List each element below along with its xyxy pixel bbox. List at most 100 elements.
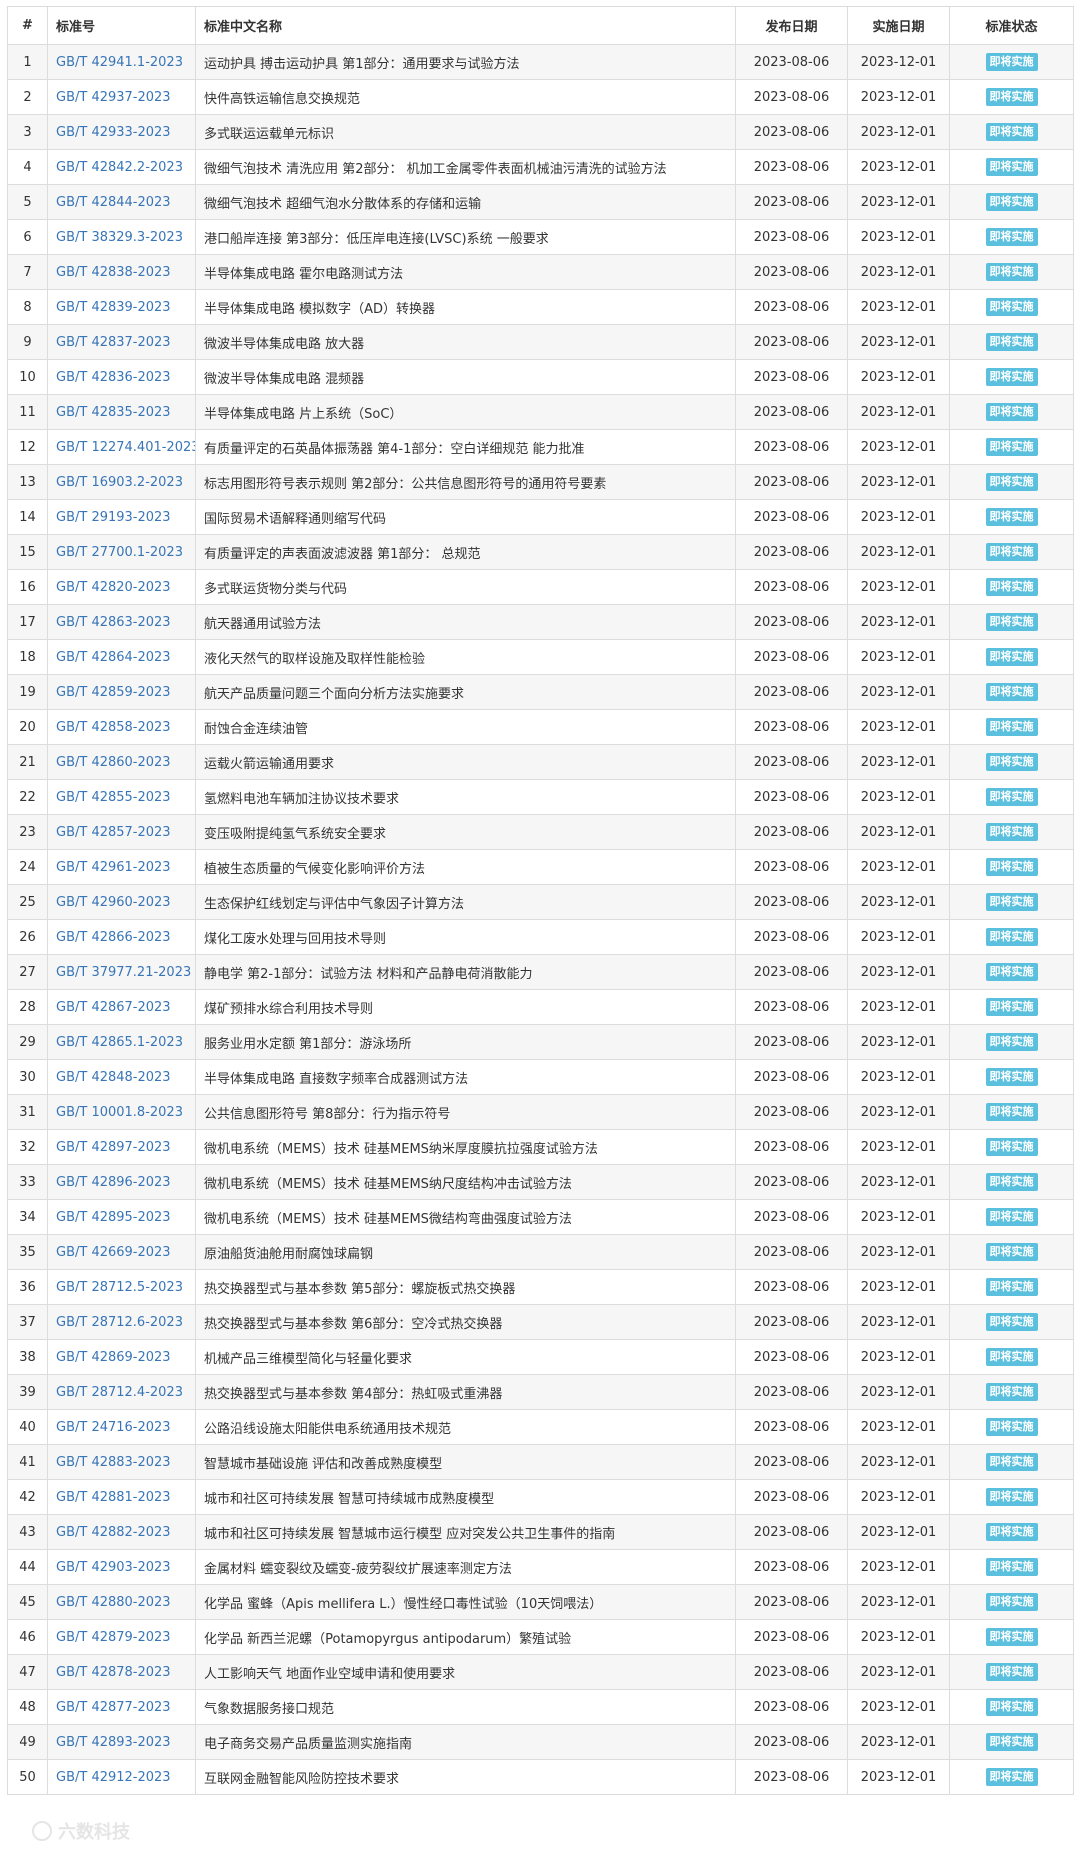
standard-code-link[interactable]: GB/T 42879-2023 — [56, 1630, 171, 1645]
table-row[interactable]: 28 GB/T 42867-2023 煤矿预排水综合利用技术导则 2023-08-06… — [7, 989, 1074, 1025]
table-row[interactable]: 23 GB/T 42857-2023 变压吸附提纯氢气系统安全要求 2023-08-0… — [7, 814, 1074, 850]
standard-code-link[interactable]: GB/T 42857-2023 — [56, 825, 171, 840]
table-row[interactable]: 25 GB/T 42960-2023 生态保护红线划定与评估中气象因子计算方法 202… — [7, 884, 1074, 920]
table-row[interactable]: 44 GB/T 42903-2023 金属材料 蠕变裂纹及蠕变-疲劳裂纹扩展速率测定… — [7, 1549, 1074, 1585]
table-row[interactable]: 45 GB/T 42880-2023 化学品 蜜蜂（Apis mellifera L… — [7, 1584, 1074, 1620]
standard-code-link[interactable]: GB/T 28712.6-2023 — [56, 1315, 183, 1330]
standard-code-link[interactable]: GB/T 12274.401-2023 — [56, 440, 195, 455]
table-row[interactable]: 38 GB/T 42869-2023 机械产品三维模型简化与轻量化要求 2023-08… — [7, 1339, 1074, 1375]
table-row[interactable]: 31 GB/T 10001.8-2023 公共信息图形符号 第8部分：行为指示符号 2… — [7, 1094, 1074, 1130]
standard-code-link[interactable]: GB/T 42933-2023 — [56, 125, 171, 140]
column-header-implement-date[interactable]: 实施日期 — [847, 6, 950, 45]
table-row[interactable]: 47 GB/T 42878-2023 人工影响天气 地面作业空域申请和使用要求 202… — [7, 1654, 1074, 1690]
table-row[interactable]: 37 GB/T 28712.6-2023 热交换器型式与基本参数 第6部分：空冷式热… — [7, 1304, 1074, 1340]
table-row[interactable]: 9 GB/T 42837-2023 微波半导体集成电路 放大器 2023-08-06 2… — [7, 324, 1074, 360]
standard-code-link[interactable]: GB/T 42903-2023 — [56, 1560, 171, 1575]
table-row[interactable]: 8 GB/T 42839-2023 半导体集成电路 模拟数字（AD）转换器 2023-… — [7, 289, 1074, 325]
standard-code-link[interactable]: GB/T 42858-2023 — [56, 720, 171, 735]
table-row[interactable]: 5 GB/T 42844-2023 微细气泡技术 超细气泡水分散体系的存储和运输 20… — [7, 184, 1074, 220]
table-row[interactable]: 17 GB/T 42863-2023 航天器通用试验方法 2023-08-06 2023… — [7, 604, 1074, 640]
table-row[interactable]: 34 GB/T 42895-2023 微机电系统（MEMS）技术 硅基MEMS微结构… — [7, 1199, 1074, 1235]
standard-code-link[interactable]: GB/T 42859-2023 — [56, 685, 171, 700]
standard-code-link[interactable]: GB/T 42820-2023 — [56, 580, 171, 595]
standard-code-link[interactable]: GB/T 38329.3-2023 — [56, 230, 183, 245]
standard-code-link[interactable]: GB/T 42835-2023 — [56, 405, 171, 420]
table-row[interactable]: 32 GB/T 42897-2023 微机电系统（MEMS）技术 硅基MEMS纳米厚… — [7, 1129, 1074, 1165]
column-header-name[interactable]: 标准中文名称 — [195, 6, 736, 45]
table-row[interactable]: 33 GB/T 42896-2023 微机电系统（MEMS）技术 硅基MEMS纳尺度… — [7, 1164, 1074, 1200]
table-row[interactable]: 26 GB/T 42866-2023 煤化工废水处理与回用技术导则 2023-08-0… — [7, 919, 1074, 955]
column-header-status[interactable]: 标准状态 — [949, 6, 1074, 45]
table-row[interactable]: 27 GB/T 37977.21-2023 静电学 第2-1部分：试验方法 材料和产… — [7, 954, 1074, 990]
standard-code-link[interactable]: GB/T 42881-2023 — [56, 1490, 171, 1505]
table-row[interactable]: 14 GB/T 29193-2023 国际贸易术语解释通则缩写代码 2023-08-0… — [7, 499, 1074, 535]
table-row[interactable]: 7 GB/T 42838-2023 半导体集成电路 霍尔电路测试方法 2023-08-… — [7, 254, 1074, 290]
table-row[interactable]: 48 GB/T 42877-2023 气象数据服务接口规范 2023-08-06 202… — [7, 1689, 1074, 1725]
standard-code-link[interactable]: GB/T 42844-2023 — [56, 195, 171, 210]
table-row[interactable]: 39 GB/T 28712.4-2023 热交换器型式与基本参数 第4部分：热虹吸式… — [7, 1374, 1074, 1410]
standard-code-link[interactable]: GB/T 42912-2023 — [56, 1770, 171, 1785]
table-row[interactable]: 12 GB/T 12274.401-2023 有质量评定的石英晶体振荡器 第4-1部… — [7, 429, 1074, 465]
standard-code-link[interactable]: GB/T 16903.2-2023 — [56, 475, 183, 490]
standard-code-link[interactable]: GB/T 42842.2-2023 — [56, 160, 183, 175]
standard-code-link[interactable]: GB/T 42869-2023 — [56, 1350, 171, 1365]
standard-code-link[interactable]: GB/T 28712.5-2023 — [56, 1280, 183, 1295]
table-row[interactable]: 20 GB/T 42858-2023 耐蚀合金连续油管 2023-08-06 2023-… — [7, 709, 1074, 745]
standard-code-link[interactable]: GB/T 42837-2023 — [56, 335, 171, 350]
column-header-publish-date[interactable]: 发布日期 — [735, 6, 848, 45]
standard-code-link[interactable]: GB/T 27700.1-2023 — [56, 545, 183, 560]
standard-code-link[interactable]: GB/T 42883-2023 — [56, 1455, 171, 1470]
standard-code-link[interactable]: GB/T 42878-2023 — [56, 1665, 171, 1680]
table-row[interactable]: 4 GB/T 42842.2-2023 微细气泡技术 清洗应用 第2部分： 机加工金… — [7, 149, 1074, 185]
table-row[interactable]: 24 GB/T 42961-2023 植被生态质量的气候变化影响评价方法 2023-0… — [7, 849, 1074, 885]
table-row[interactable]: 6 GB/T 38329.3-2023 港口船岸连接 第3部分：低压岸电连接(LVS… — [7, 219, 1074, 255]
table-row[interactable]: 36 GB/T 28712.5-2023 热交换器型式与基本参数 第5部分：螺旋板式… — [7, 1269, 1074, 1305]
table-row[interactable]: 10 GB/T 42836-2023 微波半导体集成电路 混频器 2023-08-06… — [7, 359, 1074, 395]
standard-code-link[interactable]: GB/T 42867-2023 — [56, 1000, 171, 1015]
table-row[interactable]: 21 GB/T 42860-2023 运载火箭运输通用要求 2023-08-06 202… — [7, 744, 1074, 780]
standard-code-link[interactable]: GB/T 42893-2023 — [56, 1735, 171, 1750]
standard-code-link[interactable]: GB/T 29193-2023 — [56, 510, 171, 525]
standard-code-link[interactable]: GB/T 42848-2023 — [56, 1070, 171, 1085]
standard-code-link[interactable]: GB/T 10001.8-2023 — [56, 1105, 183, 1120]
table-row[interactable]: 30 GB/T 42848-2023 半导体集成电路 直接数字频率合成器测试方法 20… — [7, 1059, 1074, 1095]
standard-code-link[interactable]: GB/T 42863-2023 — [56, 615, 171, 630]
standard-code-link[interactable]: GB/T 24716-2023 — [56, 1420, 171, 1435]
standard-code-link[interactable]: GB/T 42864-2023 — [56, 650, 171, 665]
standard-code-link[interactable]: GB/T 42882-2023 — [56, 1525, 171, 1540]
standard-code-link[interactable]: GB/T 42961-2023 — [56, 860, 171, 875]
standard-code-link[interactable]: GB/T 42855-2023 — [56, 790, 171, 805]
standard-code-link[interactable]: GB/T 42669-2023 — [56, 1245, 171, 1260]
table-row[interactable]: 15 GB/T 27700.1-2023 有质量评定的声表面波滤波器 第1部分： 总… — [7, 534, 1074, 570]
standard-code-link[interactable]: GB/T 42960-2023 — [56, 895, 171, 910]
table-row[interactable]: 18 GB/T 42864-2023 液化天然气的取样设施及取样性能检验 2023-0… — [7, 639, 1074, 675]
standard-code-link[interactable]: GB/T 28712.4-2023 — [56, 1385, 183, 1400]
standard-code-link[interactable]: GB/T 42839-2023 — [56, 300, 171, 315]
standard-code-link[interactable]: GB/T 42865.1-2023 — [56, 1035, 183, 1050]
column-header-code[interactable]: 标准号 — [47, 6, 196, 45]
table-row[interactable]: 46 GB/T 42879-2023 化学品 新西兰泥螺（Potamopyrgus … — [7, 1619, 1074, 1655]
standard-code-link[interactable]: GB/T 42866-2023 — [56, 930, 171, 945]
standard-code-link[interactable]: GB/T 42941.1-2023 — [56, 55, 183, 70]
standard-code-link[interactable]: GB/T 42896-2023 — [56, 1175, 171, 1190]
table-row[interactable]: 40 GB/T 24716-2023 公路沿线设施太阳能供电系统通用技术规范 2023… — [7, 1409, 1074, 1445]
table-row[interactable]: 1 GB/T 42941.1-2023 运动护具 搏击运动护具 第1部分：通用要求与… — [7, 44, 1074, 80]
table-row[interactable]: 3 GB/T 42933-2023 多式联运运载单元标识 2023-08-06 2023… — [7, 114, 1074, 150]
table-row[interactable]: 2 GB/T 42937-2023 快件高铁运输信息交换规范 2023-08-06 20… — [7, 79, 1074, 115]
table-row[interactable]: 50 GB/T 42912-2023 互联网金融智能风险防控技术要求 2023-08-… — [7, 1759, 1074, 1795]
table-row[interactable]: 19 GB/T 42859-2023 航天产品质量问题三个面向分析方法实施要求 202… — [7, 674, 1074, 710]
standard-code-link[interactable]: GB/T 37977.21-2023 — [56, 965, 191, 980]
table-row[interactable]: 11 GB/T 42835-2023 半导体集成电路 片上系统（SoC） 2023-0… — [7, 394, 1074, 430]
table-row[interactable]: 49 GB/T 42893-2023 电子商务交易产品质量监测实施指南 2023-08… — [7, 1724, 1074, 1760]
standard-code-link[interactable]: GB/T 42895-2023 — [56, 1210, 171, 1225]
column-header-number[interactable]: # — [7, 6, 48, 45]
table-row[interactable]: 13 GB/T 16903.2-2023 标志用图形符号表示规则 第2部分：公共信息… — [7, 464, 1074, 500]
table-row[interactable]: 42 GB/T 42881-2023 城市和社区可持续发展 智慧可持续城市成熟度模型… — [7, 1479, 1074, 1515]
table-row[interactable]: 41 GB/T 42883-2023 智慧城市基础设施 评估和改善成熟度模型 2023… — [7, 1444, 1074, 1480]
standard-code-link[interactable]: GB/T 42838-2023 — [56, 265, 171, 280]
standard-code-link[interactable]: GB/T 42860-2023 — [56, 755, 171, 770]
table-row[interactable]: 29 GB/T 42865.1-2023 服务业用水定额 第1部分：游泳场所 2023… — [7, 1024, 1074, 1060]
table-row[interactable]: 16 GB/T 42820-2023 多式联运货物分类与代码 2023-08-06 20… — [7, 569, 1074, 605]
standard-code-link[interactable]: GB/T 42897-2023 — [56, 1140, 171, 1155]
table-row[interactable]: 43 GB/T 42882-2023 城市和社区可持续发展 智慧城市运行模型 应对突… — [7, 1514, 1074, 1550]
